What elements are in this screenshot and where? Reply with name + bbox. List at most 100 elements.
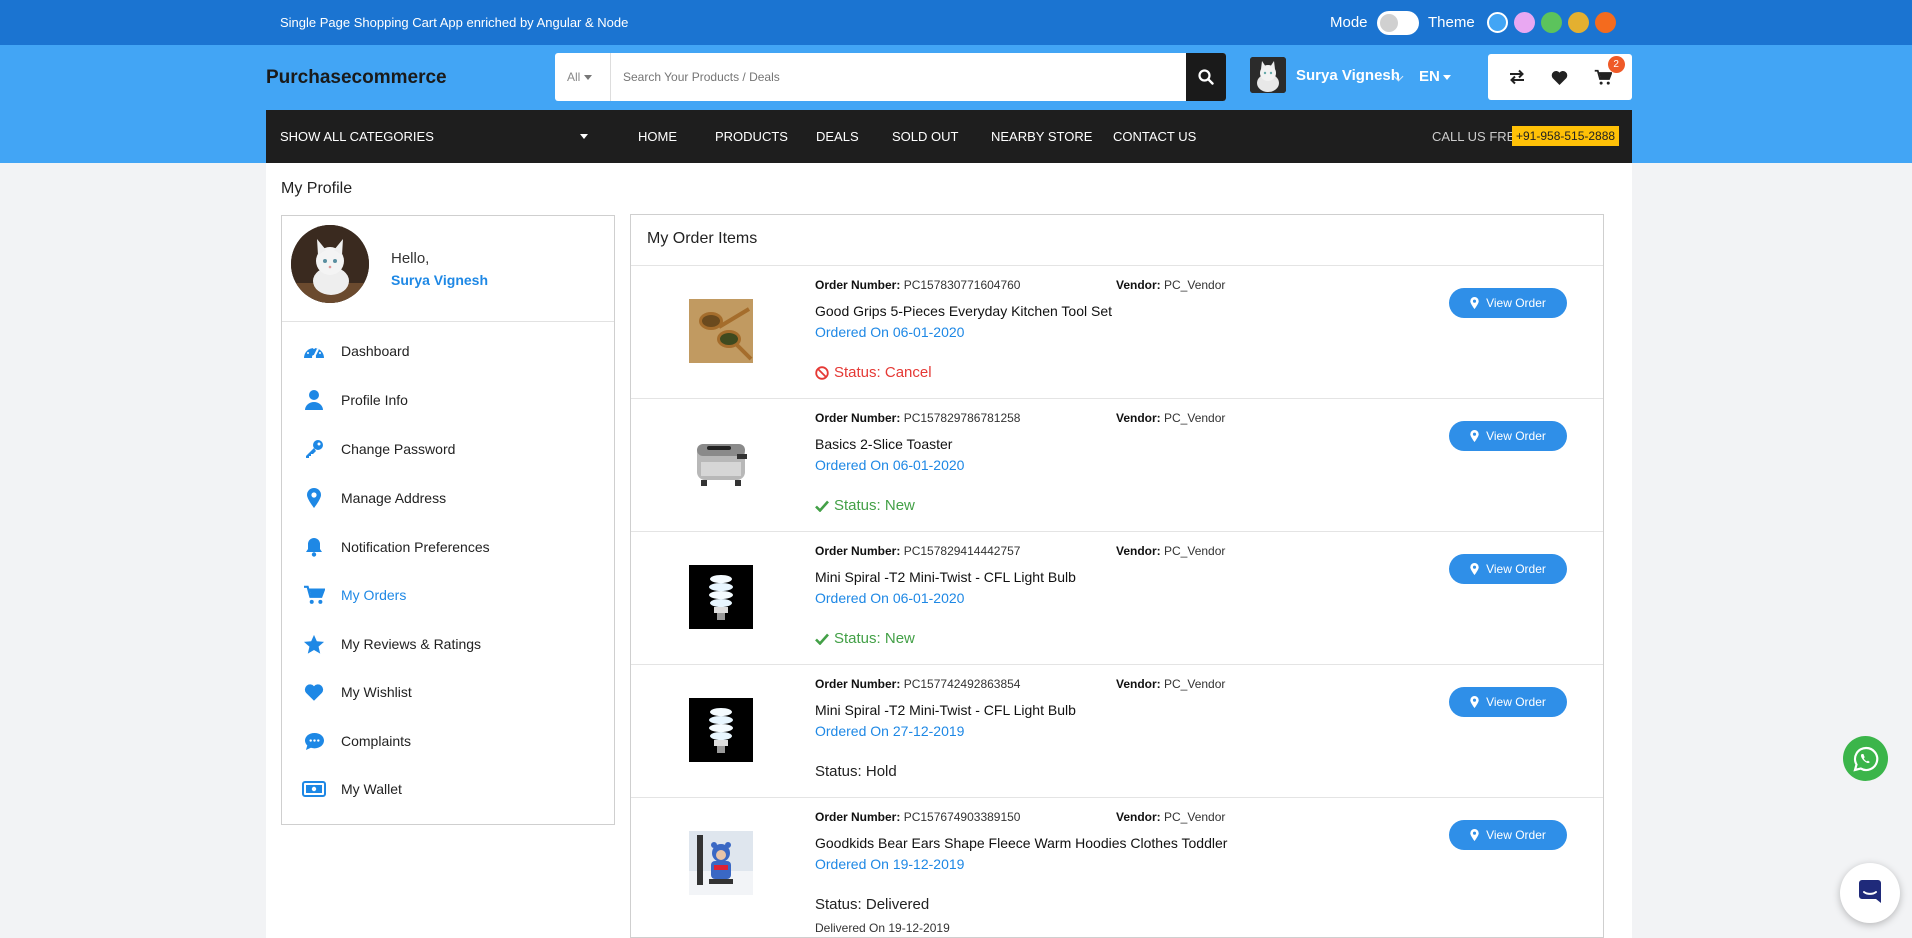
vendor-value: PC_Vendor bbox=[1164, 677, 1226, 691]
sidebar-item-manage-address[interactable]: Manage Address bbox=[282, 478, 614, 518]
search-input[interactable] bbox=[623, 53, 1143, 101]
ordered-on-date: Ordered On 19-12-2019 bbox=[815, 856, 965, 872]
theme-swatch-pink[interactable] bbox=[1514, 12, 1535, 33]
top-bar: Single Page Shopping Cart App enriched b… bbox=[0, 0, 1912, 45]
compare-button[interactable] bbox=[1505, 65, 1529, 89]
cart-icon bbox=[1594, 69, 1612, 85]
map-marker-icon bbox=[302, 487, 326, 509]
mode-toggle[interactable] bbox=[1377, 11, 1419, 35]
theme-swatch-blue[interactable] bbox=[1487, 12, 1508, 33]
nav-link-home[interactable]: HOME bbox=[638, 129, 677, 144]
nav-link-sold-out[interactable]: SOLD OUT bbox=[892, 129, 958, 144]
mode-label: Mode bbox=[1330, 14, 1368, 31]
map-marker-icon bbox=[1470, 563, 1479, 575]
order-status-text: Status: Delivered bbox=[815, 896, 930, 913]
sidebar-item-change-password[interactable]: Change Password bbox=[282, 429, 614, 469]
vendor: Vendor: PC_Vendor bbox=[1116, 278, 1225, 292]
user-name: Surya Vignesh bbox=[1296, 67, 1400, 84]
sidebar-item-notification-preferences[interactable]: Notification Preferences bbox=[282, 527, 614, 567]
chat-widget-button[interactable] bbox=[1840, 863, 1900, 923]
cart-button[interactable]: 2 bbox=[1591, 56, 1625, 89]
vendor-value: PC_Vendor bbox=[1164, 278, 1226, 292]
sidebar-item-my-orders[interactable]: My Orders bbox=[282, 575, 614, 615]
whatsapp-button[interactable] bbox=[1843, 736, 1888, 781]
chat-icon bbox=[1859, 880, 1881, 903]
toggle-knob bbox=[1380, 14, 1398, 32]
order-number-value: PC157674903389150 bbox=[903, 810, 1021, 824]
product-name[interactable]: Good Grips 5-Pieces Everyday Kitchen Too… bbox=[815, 303, 1112, 319]
nav-link-nearby-store[interactable]: NEARBY STORE bbox=[991, 129, 1092, 144]
view-order-button[interactable]: View Order bbox=[1449, 820, 1567, 850]
vendor-label: Vendor: bbox=[1116, 677, 1161, 691]
header-action-icons: 2 bbox=[1488, 54, 1632, 100]
order-status: Status: New bbox=[815, 630, 915, 647]
sidebar-item-complaints[interactable]: Complaints bbox=[282, 721, 614, 761]
nav-link-contact-us[interactable]: CONTACT US bbox=[1113, 129, 1196, 144]
wishlist-button[interactable] bbox=[1548, 65, 1572, 89]
key-icon bbox=[302, 438, 326, 460]
sidebar-item-label: Notification Preferences bbox=[341, 539, 490, 555]
sidebar-item-profile-info[interactable]: Profile Info bbox=[282, 380, 614, 420]
cart-count-badge: 2 bbox=[1607, 56, 1625, 73]
search-icon bbox=[1198, 69, 1214, 85]
product-thumbnail[interactable] bbox=[689, 299, 753, 363]
nav-link-products[interactable]: PRODUCTS bbox=[715, 129, 788, 144]
chevron-down-icon[interactable] bbox=[580, 134, 588, 139]
main-nav: SHOW ALL CATEGORIES HOME PRODUCTS DEALS … bbox=[266, 110, 1632, 163]
vendor-value: PC_Vendor bbox=[1164, 544, 1226, 558]
product-name[interactable]: Mini Spiral -T2 Mini-Twist - CFL Light B… bbox=[815, 702, 1076, 718]
product-thumbnail[interactable] bbox=[689, 565, 753, 629]
call-us-phone[interactable]: +91-958-515-2888 bbox=[1512, 126, 1620, 146]
search-category-select[interactable]: All bbox=[555, 53, 611, 101]
order-row: Order Number: PC157742492863854 Vendor: … bbox=[631, 665, 1603, 798]
view-order-button[interactable]: View Order bbox=[1449, 554, 1567, 584]
sidebar-item-label: My Wallet bbox=[341, 781, 402, 797]
sidebar-item-my-wishlist[interactable]: My Wishlist bbox=[282, 672, 614, 712]
language-selector[interactable]: EN bbox=[1419, 68, 1451, 85]
product-name[interactable]: Mini Spiral -T2 Mini-Twist - CFL Light B… bbox=[815, 569, 1076, 585]
view-order-button[interactable]: View Order bbox=[1449, 687, 1567, 717]
order-number: Order Number: PC157829414442757 bbox=[815, 544, 1020, 558]
show-all-categories[interactable]: SHOW ALL CATEGORIES bbox=[280, 129, 434, 144]
product-thumbnail[interactable] bbox=[689, 831, 753, 895]
chat-bubble-icon bbox=[302, 730, 326, 752]
view-order-label: View Order bbox=[1486, 562, 1546, 576]
sidebar-item-my-reviews[interactable]: My Reviews & Ratings bbox=[282, 624, 614, 664]
whatsapp-icon bbox=[1852, 746, 1878, 772]
view-order-button[interactable]: View Order bbox=[1449, 421, 1567, 451]
order-number-label: Order Number: bbox=[815, 411, 901, 425]
ordered-on-date: Ordered On 06-01-2020 bbox=[815, 590, 965, 606]
search-button[interactable] bbox=[1186, 53, 1226, 101]
order-number: Order Number: PC157830771604760 bbox=[815, 278, 1020, 292]
site-logo[interactable]: Purchasecommerce bbox=[266, 67, 447, 89]
product-thumbnail[interactable] bbox=[689, 432, 753, 496]
ordered-on-date: Ordered On 06-01-2020 bbox=[815, 457, 965, 473]
order-status: Status: Cancel bbox=[815, 364, 932, 381]
user-avatar bbox=[1250, 57, 1286, 93]
vendor-value: PC_Vendor bbox=[1164, 411, 1226, 425]
bell-icon bbox=[302, 536, 326, 558]
profile-sidebar: Hello, Surya Vignesh Dashboard Profile I… bbox=[281, 215, 615, 825]
sidebar-item-label: My Orders bbox=[341, 587, 407, 603]
order-number: Order Number: PC157829786781258 bbox=[815, 411, 1020, 425]
theme-swatch-orange[interactable] bbox=[1595, 12, 1616, 33]
search-category-value: All bbox=[567, 70, 581, 84]
theme-label: Theme bbox=[1428, 14, 1475, 31]
order-number-label: Order Number: bbox=[815, 544, 901, 558]
nav-link-deals[interactable]: DEALS bbox=[816, 129, 859, 144]
order-status-text: Status: New bbox=[834, 497, 915, 514]
product-thumbnail[interactable] bbox=[689, 698, 753, 762]
theme-swatch-yellow[interactable] bbox=[1568, 12, 1589, 33]
order-status: Status: Hold bbox=[815, 763, 897, 780]
product-name[interactable]: Basics 2-Slice Toaster bbox=[815, 436, 952, 452]
map-marker-icon bbox=[1470, 829, 1479, 841]
page-title: My Profile bbox=[281, 180, 353, 197]
wallet-icon bbox=[302, 778, 326, 800]
star-icon bbox=[302, 633, 326, 655]
view-order-button[interactable]: View Order bbox=[1449, 288, 1567, 318]
chevron-down-icon bbox=[1442, 74, 1451, 80]
sidebar-item-my-wallet[interactable]: My Wallet bbox=[282, 769, 614, 809]
product-name[interactable]: Goodkids Bear Ears Shape Fleece Warm Hoo… bbox=[815, 835, 1227, 851]
theme-swatch-green[interactable] bbox=[1541, 12, 1562, 33]
sidebar-item-dashboard[interactable]: Dashboard bbox=[282, 331, 614, 371]
